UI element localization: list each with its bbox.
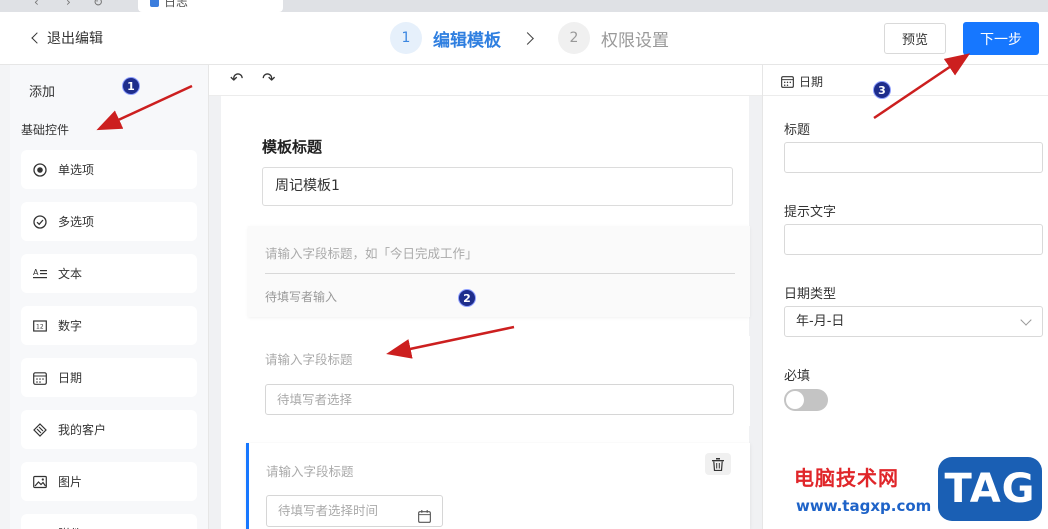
control-label: 我的客户 bbox=[58, 423, 107, 437]
next-step-button[interactable]: 下一步 bbox=[963, 22, 1039, 55]
control-label: 多选项 bbox=[58, 215, 95, 229]
svg-text:A: A bbox=[33, 268, 39, 277]
trash-icon bbox=[712, 457, 724, 471]
control-date[interactable]: 日期 bbox=[21, 358, 197, 397]
control-number[interactable]: 12 数字 bbox=[21, 306, 197, 345]
check-circle-icon bbox=[33, 214, 47, 229]
annotation-marker-2: 2 bbox=[458, 289, 476, 307]
chevron-down-icon bbox=[1020, 314, 1032, 326]
control-label: 图片 bbox=[58, 475, 83, 489]
radio-icon bbox=[33, 162, 47, 177]
annotation-marker-3: 3 bbox=[873, 81, 891, 99]
control-image[interactable]: 图片 bbox=[21, 462, 197, 501]
basic-controls-title: 基础控件 bbox=[21, 123, 70, 137]
control-label: 附件 bbox=[58, 525, 82, 529]
step-2-label[interactable]: 权限设置 bbox=[601, 26, 669, 51]
step-2-number: 2 bbox=[558, 22, 590, 54]
control-label: 文本 bbox=[58, 267, 83, 281]
control-label: 单选项 bbox=[58, 163, 95, 177]
control-label: 日期 bbox=[58, 371, 83, 385]
title-label: 标题 bbox=[784, 123, 811, 138]
template-canvas: 模板标题 周记模板1 请输入字段标题，如「今日完成工作」 待填写者输入 请输入字… bbox=[209, 96, 762, 529]
title-input[interactable] bbox=[784, 142, 1043, 173]
editor-header: 退出编辑 1 编辑模板 2 权限设置 预览 下一步 bbox=[0, 12, 1048, 65]
annotation-marker-1: 1 bbox=[122, 77, 140, 95]
step-1-label[interactable]: 编辑模板 bbox=[433, 26, 501, 51]
browser-tab-title: 日志 bbox=[164, 0, 189, 9]
field-hint: 待填写者选择时间 bbox=[278, 503, 379, 518]
customer-icon bbox=[33, 422, 47, 437]
template-title-label: 模板标题 bbox=[262, 138, 323, 156]
canvas-toolbar: ↶ ↷ bbox=[209, 65, 762, 96]
browser-tab[interactable]: 日志 bbox=[138, 0, 283, 12]
field-select-preview: 待填写者选择 bbox=[265, 384, 734, 415]
date-type-label: 日期类型 bbox=[784, 287, 837, 302]
step-1-number: 1 bbox=[390, 22, 422, 54]
template-title-input[interactable]: 周记模板1 bbox=[262, 167, 733, 206]
control-label: 数字 bbox=[58, 319, 83, 333]
field-hint: 待填写者输入 bbox=[265, 290, 338, 304]
hint-text-input[interactable] bbox=[784, 224, 1043, 255]
calendar-icon bbox=[418, 504, 431, 529]
properties-header: 日期 bbox=[763, 65, 1048, 96]
browser-back-icon[interactable]: ‹ bbox=[34, 0, 39, 9]
field-text-block[interactable]: 请输入字段标题，如「今日完成工作」 待填写者输入 bbox=[248, 226, 750, 317]
required-toggle[interactable] bbox=[784, 389, 828, 411]
field-title-input[interactable]: 请输入字段标题 bbox=[265, 349, 353, 368]
toggle-knob bbox=[786, 391, 804, 409]
required-label: 必填 bbox=[784, 369, 811, 384]
date-type-value: 年-月-日 bbox=[796, 314, 845, 329]
doc-icon bbox=[150, 0, 159, 7]
browser-forward-icon[interactable]: › bbox=[66, 0, 71, 9]
field-title-input[interactable]: 请输入字段标题，如「今日完成工作」 bbox=[265, 243, 478, 262]
text-icon: A bbox=[33, 267, 47, 281]
controls-panel: 添加 基础控件 单选项 多选项 A 文本 12 数字 日期 我的客户 图片 bbox=[0, 65, 209, 529]
exit-edit-button[interactable]: 退出编辑 bbox=[31, 28, 103, 48]
field-divider bbox=[265, 273, 735, 274]
redo-icon[interactable]: ↷ bbox=[262, 69, 275, 88]
number-icon: 12 bbox=[33, 319, 47, 333]
template-card: 模板标题 周记模板1 请输入字段标题，如「今日完成工作」 待填写者输入 请输入字… bbox=[221, 96, 750, 529]
step-indicator: 1 编辑模板 2 权限设置 bbox=[390, 22, 669, 54]
field-date-preview: 待填写者选择时间 bbox=[266, 495, 443, 527]
browser-reload-icon[interactable]: ↻ bbox=[93, 0, 103, 9]
field-select-block[interactable]: 请输入字段标题 待填写者选择 bbox=[248, 336, 750, 426]
control-checkbox[interactable]: 多选项 bbox=[21, 202, 197, 241]
preview-button[interactable]: 预览 bbox=[884, 23, 946, 54]
watermark-logo: TAG bbox=[938, 457, 1042, 521]
add-label: 添加 bbox=[29, 85, 56, 100]
delete-field-button[interactable] bbox=[705, 453, 731, 475]
svg-text:12: 12 bbox=[36, 323, 44, 330]
watermark-site-name: 电脑技术网 bbox=[794, 466, 899, 490]
hint-text-label: 提示文字 bbox=[784, 205, 837, 220]
calendar-icon bbox=[33, 371, 47, 385]
undo-icon[interactable]: ↶ bbox=[230, 69, 243, 88]
field-date-block-selected[interactable]: 请输入字段标题 待填写者选择时间 bbox=[246, 443, 750, 529]
watermark-url: www.tagxp.com bbox=[796, 497, 932, 515]
app-window: ‹ › ↻ 日志 退出编辑 1 编辑模板 2 权限设置 预览 下一步 添加 基础… bbox=[0, 0, 1048, 529]
browser-tab-strip: ‹ › ↻ 日志 bbox=[0, 0, 1048, 12]
exit-edit-label: 退出编辑 bbox=[47, 31, 103, 47]
control-attachment[interactable]: 附件 bbox=[21, 514, 197, 529]
control-text[interactable]: A 文本 bbox=[21, 254, 197, 293]
control-customer[interactable]: 我的客户 bbox=[21, 410, 197, 449]
field-title-input[interactable]: 请输入字段标题 bbox=[266, 461, 354, 480]
calendar-icon bbox=[781, 73, 794, 92]
properties-title: 日期 bbox=[799, 75, 824, 89]
control-radio[interactable]: 单选项 bbox=[21, 150, 197, 189]
chevron-right-icon bbox=[521, 31, 534, 45]
date-type-select[interactable]: 年-月-日 bbox=[784, 306, 1043, 337]
image-icon bbox=[33, 475, 47, 489]
chevron-left-icon bbox=[31, 32, 43, 44]
